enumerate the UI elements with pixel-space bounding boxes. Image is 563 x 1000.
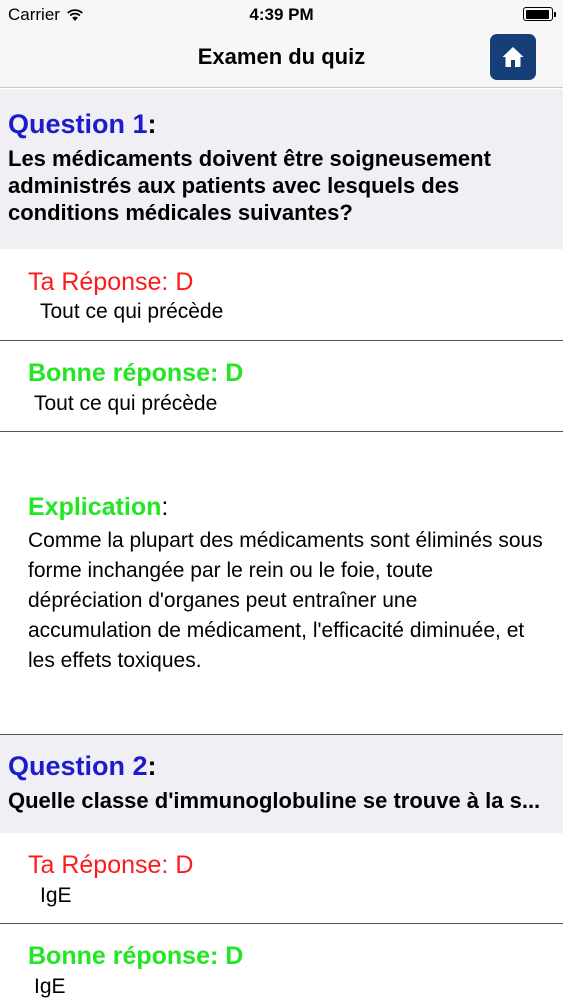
your-answer-label: Ta Réponse: D (28, 268, 194, 296)
home-button[interactable] (490, 34, 536, 80)
navigation-bar: Examen du quiz (0, 30, 563, 88)
question-header: Question 1: Les médicaments doivent être… (0, 89, 563, 249)
correct-answer-text: Tout ce qui précède (34, 392, 218, 415)
battery-icon (523, 7, 556, 21)
status-bar: Carrier 4:39 PM (0, 0, 563, 30)
question-text: Les médicaments doivent être soigneuseme… (8, 146, 491, 225)
your-answer-text: IgE (40, 884, 72, 907)
correct-answer-label: Bonne réponse: D (28, 359, 244, 387)
your-answer-cell[interactable]: Ta Réponse: D Tout ce qui précède (0, 249, 563, 341)
correct-answer-cell[interactable]: Bonne réponse: D IgE (0, 924, 563, 1000)
correct-answer-label: Bonne réponse: D (28, 942, 244, 970)
question-label: Question 1: (8, 109, 157, 139)
question-label: Question 2: (8, 751, 157, 781)
question-header: Question 2: Quelle classe d'immunoglobul… (0, 735, 563, 833)
your-answer-label: Ta Réponse: D (28, 851, 194, 879)
your-answer-cell[interactable]: Ta Réponse: D IgE (0, 833, 563, 924)
question-text: Quelle classe d'immunoglobuline se trouv… (8, 788, 541, 813)
correct-answer-text: IgE (34, 975, 66, 998)
page-title: Examen du quiz (197, 44, 366, 69)
explanation-cell[interactable]: Explication: Comme la plupart des médica… (0, 432, 563, 735)
correct-answer-cell[interactable]: Bonne réponse: D Tout ce qui précède (0, 341, 563, 432)
home-icon (502, 47, 524, 67)
explanation-text: Comme la plupart des médicaments sont él… (28, 529, 543, 672)
your-answer-text: Tout ce qui précède (40, 300, 224, 323)
status-time: 4:39 PM (249, 5, 314, 24)
explanation-label: Explication: (28, 493, 169, 521)
